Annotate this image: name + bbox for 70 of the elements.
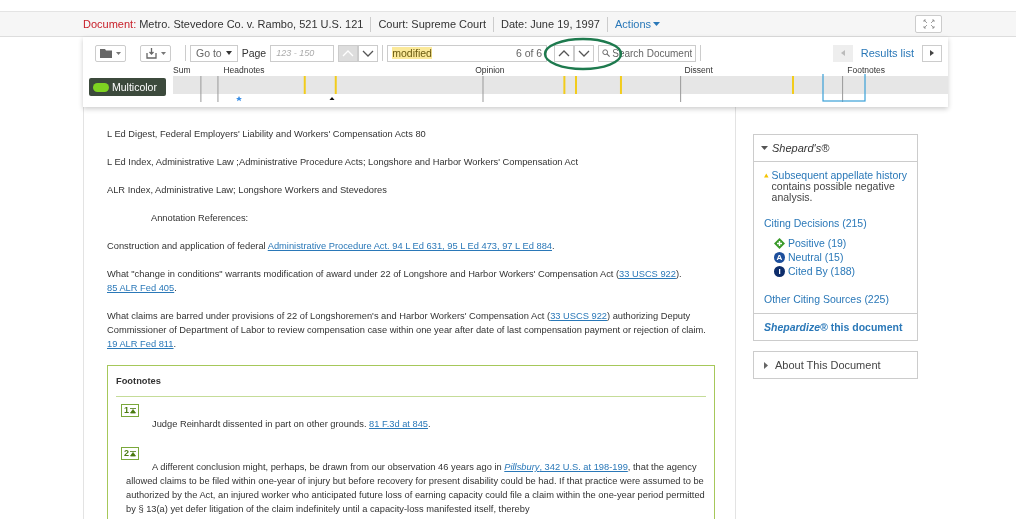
document-paragraph: What "change in conditions" warrants modification of award under 22 of Longshore and Harbor Workers' Compensation Act (33 USCS 922). 85 ALR Fed 405.	[107, 268, 683, 295]
footnotes-title: Footnotes	[116, 375, 162, 388]
next-match-button[interactable]	[574, 44, 595, 62]
treatment-link[interactable]: A Neutral (15)	[774, 251, 907, 263]
footnote-number[interactable]: 1	[121, 404, 139, 417]
footnote-text: Judge Reinhardt dissented in part on other grounds. 81 F.3d at 845.	[151, 418, 432, 431]
footnote-number[interactable]: 2	[121, 447, 139, 460]
document-paragraph: L Ed Digest, Federal Employers' Liability and Workers' Compensation Acts 80	[107, 128, 427, 141]
caret-right-icon	[930, 50, 934, 56]
arrow-up-icon	[130, 407, 136, 414]
caret-icon	[116, 51, 121, 55]
download-button[interactable]	[140, 44, 171, 62]
shepardize-link[interactable]: Shepardize® this document	[754, 314, 917, 340]
shepards-toggle[interactable]: Shepard's®	[754, 135, 917, 162]
fullscreen-button[interactable]	[915, 15, 942, 33]
folder-button[interactable]	[95, 44, 126, 62]
document-label: Document:	[83, 18, 137, 30]
citation-link[interactable]: 33 USCS 922	[550, 311, 607, 321]
folder-icon	[100, 48, 112, 58]
court-value: Supreme Court	[411, 18, 486, 30]
citing-decisions-link[interactable]: Citing Decisions (215)	[764, 217, 907, 229]
page-input[interactable]: 123 - 150	[270, 44, 335, 62]
treatment-link[interactable]: Positive (19)	[774, 237, 907, 249]
citation-link[interactable]: Pillsbury, 342 U.S. at 198-199	[504, 462, 628, 472]
arrow-up-icon	[130, 450, 136, 457]
citation-link[interactable]: 33 USCS 922	[619, 269, 676, 279]
other-sources-link[interactable]: Other Citing Sources (225)	[764, 293, 907, 305]
document-paragraph: What claims are barred under provisions of 22 of Longshoremen's and Harbor Workers' Compensation Act (33 USCS 922) authorizing Deputy Commissioner of Department of Labor to review compensation case within one year after date of last compensation payment or rejection of claim. 19 ALR Fed 811.	[107, 310, 707, 351]
document-paragraph: Annotation References:	[150, 212, 250, 225]
section-label[interactable]: Headnotes	[223, 65, 265, 75]
section-label[interactable]: Sum	[173, 65, 191, 75]
treatment-link[interactable]: I Cited By (188)	[774, 265, 907, 277]
go-to-dropdown[interactable]: Go to	[190, 44, 238, 62]
date-label: Date:	[500, 18, 528, 30]
date-value: June 19, 1997	[530, 18, 600, 30]
section-label[interactable]: Dissent	[684, 65, 713, 75]
plus-diamond-icon	[774, 237, 785, 249]
download-icon	[145, 47, 157, 59]
previous-match-button[interactable]	[554, 44, 575, 62]
footnote-text: A different conclusion might, perhaps, be drawn from our observation 46 years ago in Pillsbury, 342 U.S. at 198-199, that the agency allowed claims to be filed within one-year of injury but before recovery for present disability could be had. If that practice were assumed to be authorized by the Act, an injured worker who anticipated future loss of earning capacity could file a claim within the one-year period permitted by § 13(a) yet defer litigation of the claim indefinitely until a capacity-loss manifested itself, thereby	[125, 461, 706, 516]
caret-left-icon	[840, 50, 845, 56]
results-list-link[interactable]: Results list	[860, 47, 914, 59]
next-result-button[interactable]	[922, 44, 942, 62]
search-term-field[interactable]: modified 6 of 6	[387, 44, 548, 62]
court-label: Court:	[378, 18, 409, 30]
document-paragraph: Construction and application of federal Administrative Procedure Act. 94 L Ed 631, 95 L Ed 473, 97 L Ed 884.	[107, 240, 556, 253]
alert-message: Subsequent appellate history contains possible negative analysis.	[771, 170, 907, 203]
search-icon	[602, 48, 611, 58]
citation-link[interactable]: 19 ALR Fed 811	[107, 339, 174, 349]
section-label[interactable]: Opinion	[475, 65, 505, 75]
next-page-button[interactable]	[358, 44, 379, 62]
chevron-down-icon	[578, 49, 591, 57]
multicolor-toggle[interactable]: Multicolor	[89, 78, 166, 96]
caret-icon	[225, 51, 232, 55]
expand-icon	[922, 19, 935, 29]
about-document-toggle[interactable]: About This Document	[753, 351, 918, 379]
page-label: Page	[241, 47, 267, 59]
section-label[interactable]: Footnotes	[847, 65, 886, 75]
citation-link[interactable]: 81 F.3d at 845	[369, 419, 428, 429]
document-paragraph: L Ed Index, Administrative Law ;Administrative Procedure Acts; Longshore and Harbor Workers' Compensation Act	[107, 156, 579, 169]
chevron-down-icon	[362, 49, 375, 57]
caret-icon	[653, 21, 661, 27]
document-paragraph: ALR Index, Administrative Law; Longshore Workers and Stevedores	[107, 184, 388, 197]
history-link[interactable]: Subsequent appellate history	[771, 169, 907, 181]
chevron-up-icon	[558, 49, 571, 57]
actions-menu[interactable]: Actions	[615, 18, 661, 30]
caret-icon	[160, 51, 166, 55]
document-title: Metro. Stevedore Co. v. Rambo, 521 U.S. 121	[139, 18, 364, 30]
chevron-up-icon	[342, 49, 355, 57]
citation-link[interactable]: Administrative Procedure Act. 94 L Ed 631, 95 L Ed 473, 97 L Ed 884	[267, 241, 552, 251]
